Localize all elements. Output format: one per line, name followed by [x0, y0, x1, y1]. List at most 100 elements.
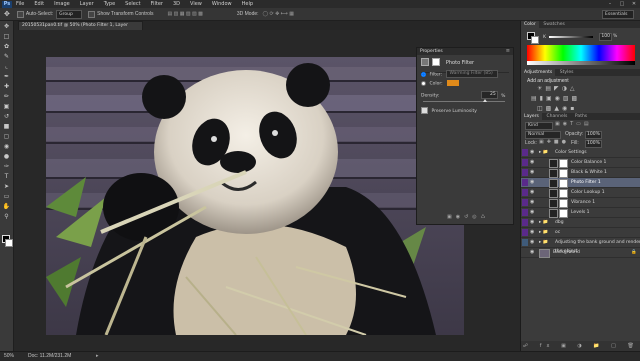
mask-icon[interactable] — [432, 58, 441, 66]
blur-tool-icon[interactable]: ◉ — [2, 143, 11, 151]
layer-mask-thumb[interactable] — [559, 179, 568, 188]
status-arrow-icon[interactable]: ▸ — [96, 353, 99, 359]
3d-mode-icons[interactable]: ◯ ⟳ ✥ ⟷ ▦ — [263, 11, 294, 17]
eye-icon[interactable]: ◉ — [530, 209, 536, 216]
layer-row[interactable]: ◉ Vibrance 1 — [521, 198, 640, 208]
layer-mask-thumb[interactable] — [559, 189, 568, 198]
layer-row[interactable]: ◉ ▸ 📁 oc — [521, 228, 640, 238]
eyedropper-tool-icon[interactable]: ✒ — [2, 73, 11, 81]
menu-filter[interactable]: Filter — [151, 1, 163, 7]
history-brush-tool-icon[interactable]: ↺ — [2, 113, 11, 121]
close-icon[interactable]: ✕ — [630, 1, 638, 7]
marquee-tool-icon[interactable]: □ — [2, 33, 11, 41]
opacity-value[interactable]: 100% — [585, 131, 602, 139]
menu-file[interactable]: File — [16, 1, 24, 7]
layer-row[interactable]: ◉ Black & White 1 — [521, 168, 640, 178]
healing-tool-icon[interactable]: ✚ — [2, 83, 11, 91]
menu-edit[interactable]: Edit — [34, 1, 44, 7]
panel-menu-icon[interactable]: ≡ — [506, 48, 510, 55]
color-swatch[interactable] — [447, 80, 460, 86]
eye-icon[interactable]: ◉ — [530, 219, 536, 226]
layer-row[interactable]: ◉ ▸ 📁 dbg — [521, 218, 640, 228]
eye-icon[interactable]: ◉ — [530, 249, 536, 256]
k-value[interactable]: 100 — [599, 33, 612, 41]
eye-icon[interactable]: ◉ — [530, 179, 536, 186]
pen-tool-icon[interactable]: ✑ — [2, 163, 11, 171]
auto-select-checkbox[interactable] — [16, 10, 24, 18]
quick-select-tool-icon[interactable]: ✎ — [2, 53, 11, 61]
document-image[interactable] — [46, 57, 464, 335]
brush-tool-icon[interactable]: ✏ — [2, 93, 11, 101]
layer-mask-thumb[interactable] — [559, 199, 568, 208]
tab-swatches[interactable]: Swatches — [540, 21, 568, 28]
color-ramp[interactable] — [527, 45, 635, 61]
shape-tool-icon[interactable]: ▭ — [2, 193, 11, 201]
path-select-tool-icon[interactable]: ➤ — [2, 183, 11, 191]
clone-stamp-tool-icon[interactable]: ▣ — [2, 103, 11, 111]
layer-filter-icons[interactable]: ▣◉T▭▤ — [555, 121, 592, 127]
properties-footer-icons[interactable]: ▣◉↺◎♺ — [447, 214, 489, 220]
menu-layer[interactable]: Layer — [80, 1, 94, 7]
zoom-tool-icon[interactable]: ⚲ — [2, 213, 11, 221]
eye-icon[interactable]: ◉ — [530, 199, 536, 206]
menu-image[interactable]: Image — [54, 1, 70, 7]
maximize-icon[interactable]: □ — [618, 1, 626, 7]
show-transform-checkbox[interactable] — [88, 10, 96, 18]
eraser-tool-icon[interactable]: ■ — [2, 123, 11, 131]
menu-window[interactable]: Window — [212, 1, 232, 7]
density-value[interactable]: 25 — [480, 91, 498, 99]
filter-radio[interactable] — [421, 71, 426, 77]
gradient-tool-icon[interactable]: ▢ — [2, 133, 11, 141]
menu-help[interactable]: Help — [242, 1, 253, 7]
preserve-checkbox[interactable] — [421, 107, 428, 114]
layer-mask-thumb[interactable] — [559, 209, 568, 218]
layer-row-selected[interactable]: ◉ Photo Filter 1 — [521, 178, 640, 188]
menu-type[interactable]: Type — [104, 1, 115, 7]
density-slider-track[interactable] — [423, 101, 505, 102]
minimize-icon[interactable]: – — [606, 1, 614, 7]
adjustment-icons-row2[interactable]: ▤▮▣◉▧▩ — [531, 95, 580, 102]
background-color-swatch[interactable] — [5, 239, 13, 247]
dodge-tool-icon[interactable]: ● — [2, 153, 11, 161]
align-icons[interactable]: ▤ ▥ ▦ ▧ ▨ ▩ — [168, 11, 203, 17]
layer-mask-thumb[interactable] — [559, 169, 568, 178]
auto-select-dropdown[interactable]: Group — [56, 9, 83, 19]
gray-ramp[interactable] — [527, 61, 635, 65]
document-tab[interactable]: 20150531pan0.tif @ 50% (Photo Filter 1, … — [18, 21, 143, 36]
layer-row[interactable]: ◉ ▸ 📁 Adjusting the bank ground and rend… — [521, 238, 640, 254]
layer-row[interactable]: ◉ ▸ 📁 Color Settings — [521, 148, 640, 158]
tab-layers[interactable]: Layers — [521, 113, 542, 120]
blend-mode-dropdown[interactable]: Normal — [525, 131, 561, 139]
eye-icon[interactable]: ◉ — [530, 149, 536, 156]
filter-kind-dropdown[interactable]: Kind — [525, 122, 553, 130]
type-tool-icon[interactable]: T — [2, 173, 11, 181]
tab-color[interactable]: Color — [521, 21, 539, 28]
menu-select[interactable]: Select — [125, 1, 140, 7]
adjustment-icons-row1[interactable]: ☀▤◤◑△ — [537, 85, 578, 92]
k-slider[interactable] — [549, 36, 593, 38]
layer-row[interactable]: ◉ Color Lookup 1 — [521, 188, 640, 198]
layer-mask-thumb[interactable] — [559, 159, 568, 168]
menu-3d[interactable]: 3D — [173, 1, 180, 7]
tab-adjustments[interactable]: Adjustments — [521, 69, 556, 76]
zoom-level[interactable]: 50% — [4, 353, 14, 359]
eye-icon[interactable]: ◉ — [530, 159, 536, 166]
adjustment-icons-row3[interactable]: ◫▩▲◉▪ — [537, 105, 577, 112]
crop-tool-icon[interactable]: ⌞ — [2, 63, 11, 71]
move-tool-icon[interactable]: ✥ — [2, 23, 11, 31]
lasso-tool-icon[interactable]: ✿ — [2, 43, 11, 51]
tab-paths[interactable]: Paths — [572, 113, 590, 120]
tab-styles[interactable]: Styles — [557, 69, 577, 76]
eye-icon[interactable]: ◉ — [530, 189, 536, 196]
eye-icon[interactable]: ◉ — [530, 169, 536, 176]
lock-icons[interactable]: ▣✚■● — [539, 139, 569, 145]
eye-icon[interactable]: ◉ — [530, 239, 536, 246]
tab-channels[interactable]: Channels — [544, 113, 571, 120]
move-tool-icon[interactable]: ✥ — [4, 10, 10, 18]
layer-row[interactable]: ◉ Levels 1 — [521, 208, 640, 218]
color-bg-swatch[interactable] — [531, 36, 539, 44]
layer-row[interactable]: ◉ Background 🔒 — [521, 248, 640, 258]
layer-row[interactable]: ◉ Color Balance 1 — [521, 158, 640, 168]
workspace-dropdown[interactable]: Essentials — [602, 10, 634, 19]
color-radio[interactable] — [421, 80, 426, 86]
